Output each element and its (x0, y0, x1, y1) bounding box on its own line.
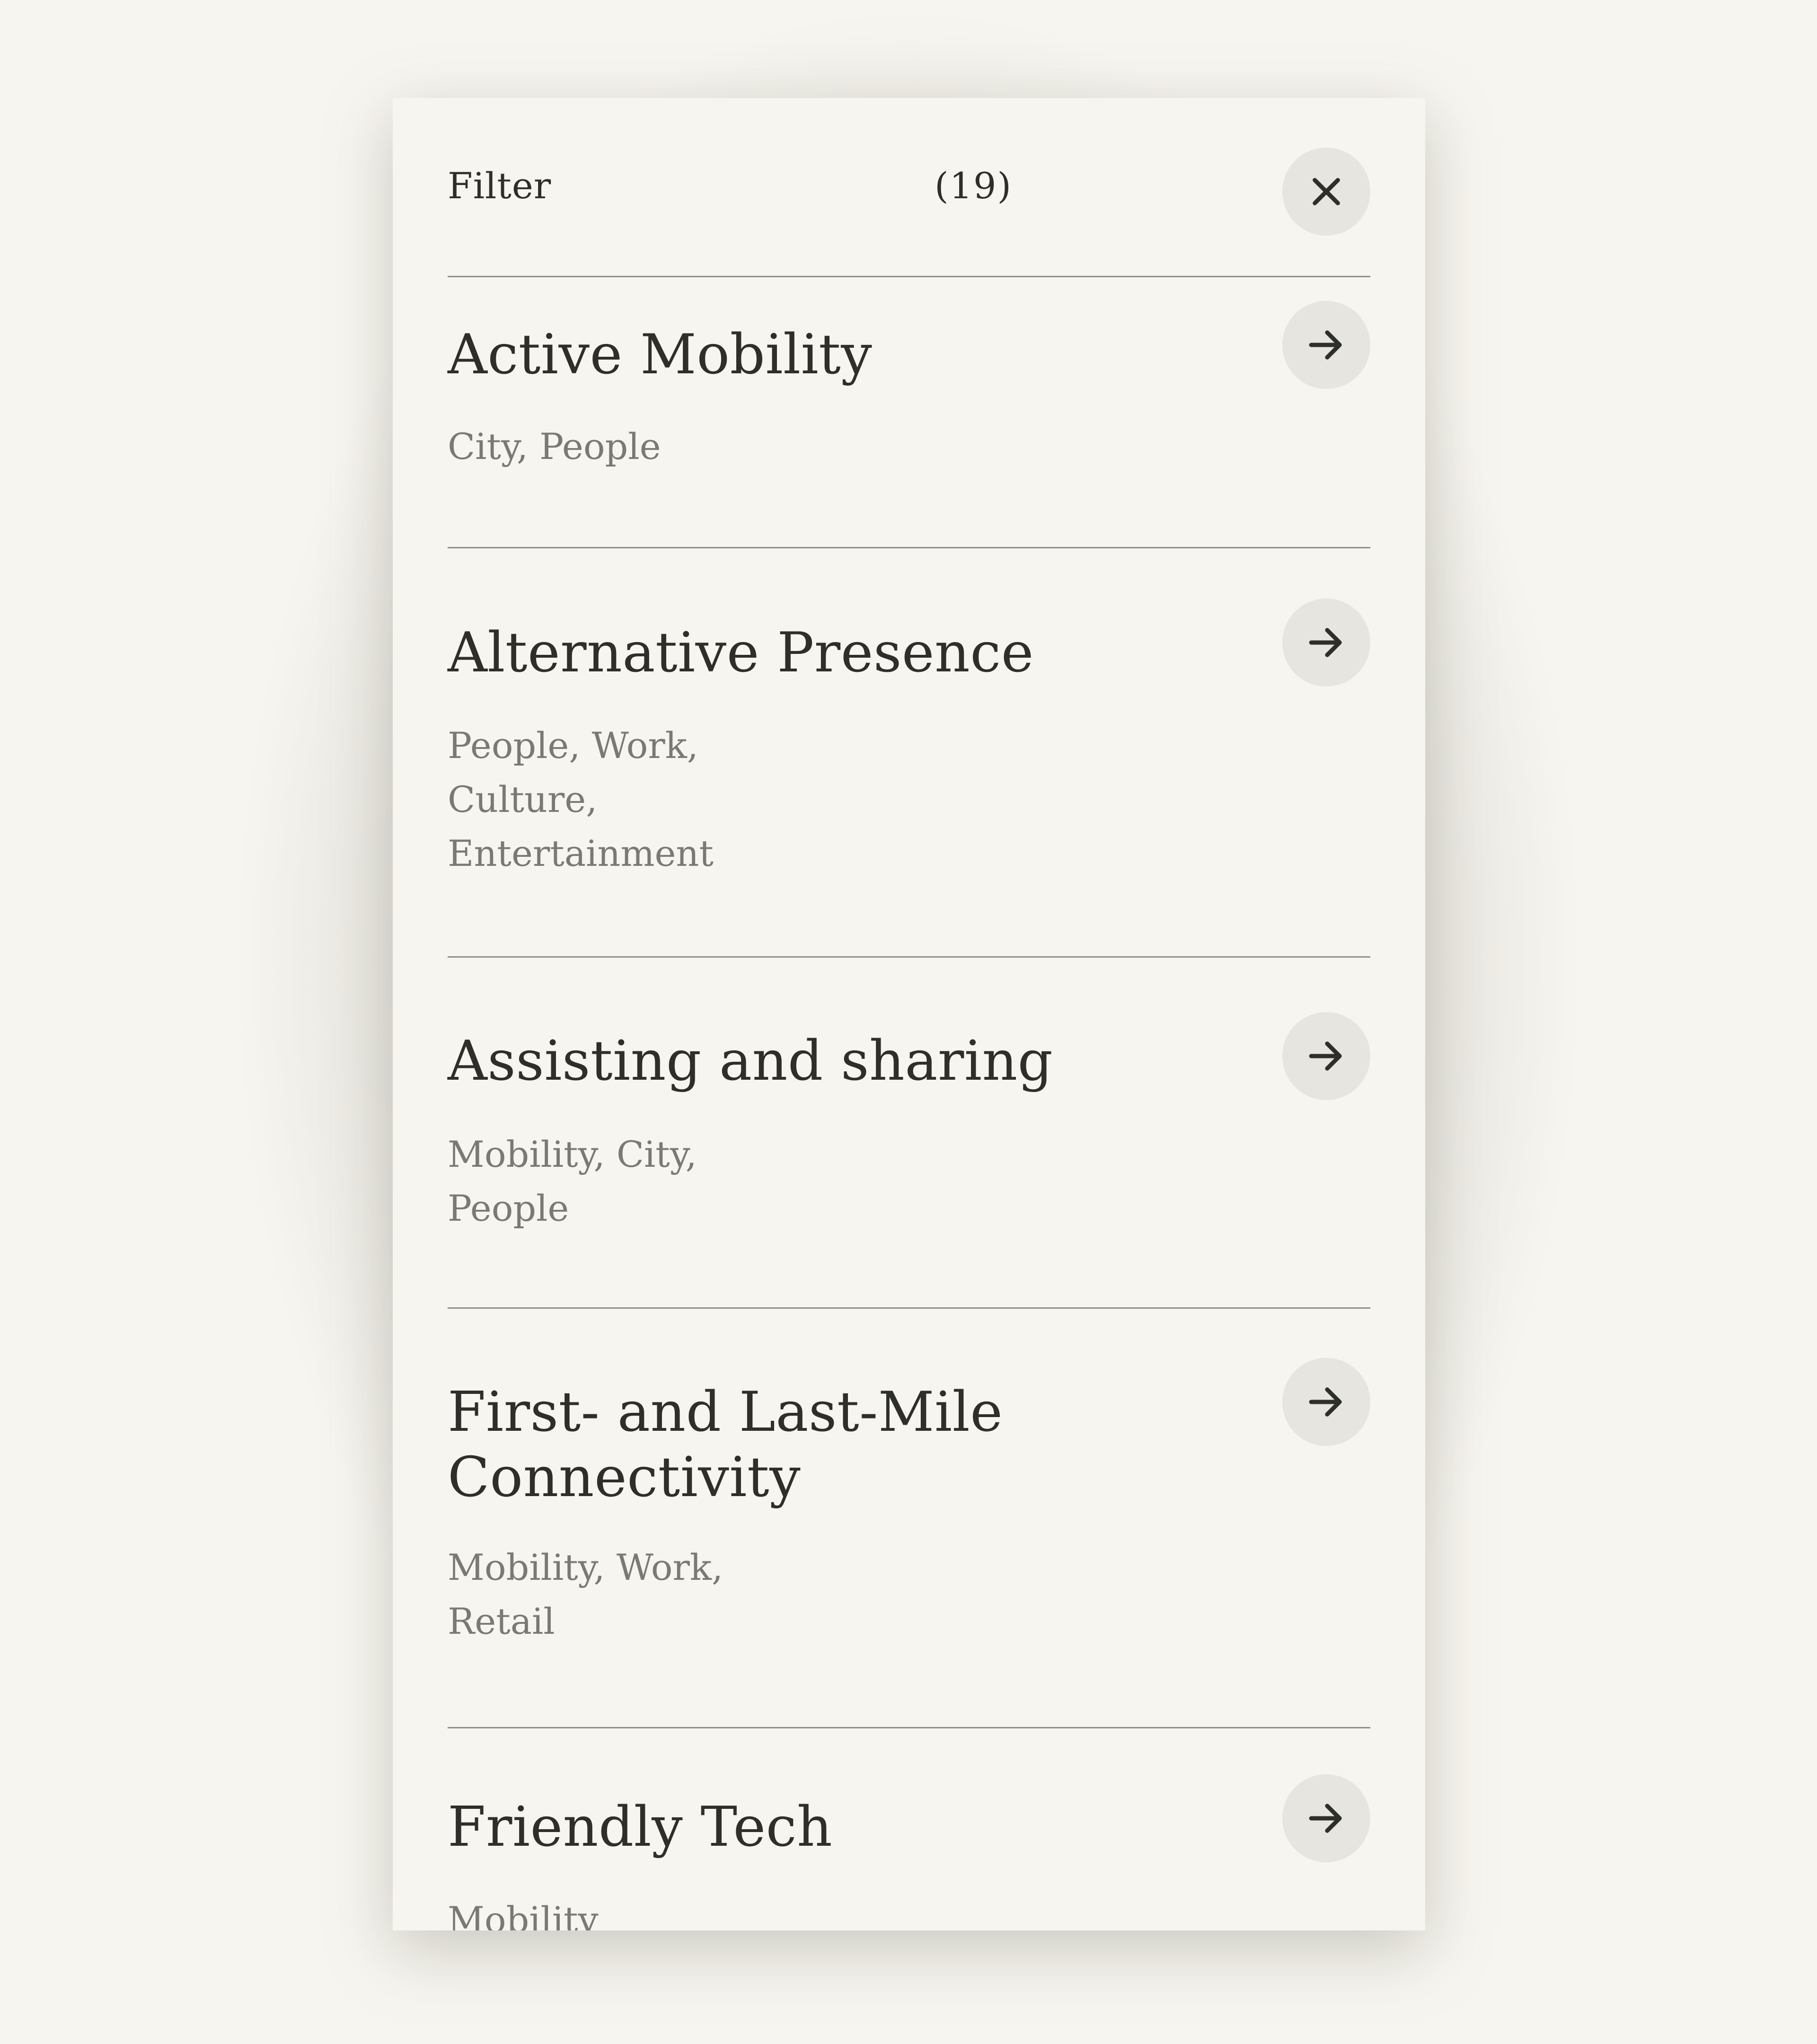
filter-item-title: Friendly Tech (448, 1795, 833, 1859)
close-icon (1313, 178, 1340, 205)
filter-item-title: Assisting and sharing (448, 1029, 1053, 1093)
arrow-right-icon (1309, 1804, 1342, 1833)
filter-item-title: Active Mobility (448, 323, 873, 387)
filter-item-active-mobility[interactable]: Active Mobility City, People (448, 277, 1370, 548)
filter-panel: Filter (19) Active Mobility City, People… (393, 98, 1425, 1930)
open-item-button[interactable] (1282, 301, 1370, 389)
filter-item-tags: Mobility, City, People (448, 1133, 697, 1229)
open-item-button[interactable] (1282, 599, 1370, 687)
filter-item-tags: Mobility (448, 1899, 599, 1930)
filter-item-assisting-and-sharing[interactable]: Assisting and sharing Mobility, City, Pe… (448, 958, 1370, 1309)
arrow-right-icon (1309, 628, 1342, 657)
arrow-right-icon (1309, 330, 1342, 360)
filter-title: Filter (448, 165, 552, 207)
filter-count: (19) (935, 165, 1013, 207)
filter-item-tags: City, People (448, 425, 661, 467)
open-item-button[interactable] (1282, 1774, 1370, 1862)
filter-item-tags: People, Work, Culture, Entertainment (448, 724, 714, 874)
arrow-right-icon (1309, 1387, 1342, 1417)
filter-item-title: First- and Last-Mile Connectivity (448, 1380, 1003, 1509)
filter-item-alternative-presence[interactable]: Alternative Presence People, Work, Cultu… (448, 548, 1370, 958)
open-item-button[interactable] (1282, 1358, 1370, 1446)
filter-item-title: Alternative Presence (448, 621, 1034, 685)
filter-item-friendly-tech[interactable]: Friendly Tech Mobility (448, 1728, 1370, 1930)
filter-panel-content: Filter (19) Active Mobility City, People… (448, 98, 1370, 1930)
arrow-right-icon (1309, 1041, 1342, 1071)
filter-item-tags: Mobility, Work, Retail (448, 1546, 723, 1642)
filter-item-first-and-last-mile[interactable]: First- and Last-Mile Connectivity Mobili… (448, 1309, 1370, 1728)
open-item-button[interactable] (1282, 1012, 1370, 1100)
close-button[interactable] (1282, 148, 1370, 236)
filter-header: Filter (19) (448, 98, 1370, 277)
